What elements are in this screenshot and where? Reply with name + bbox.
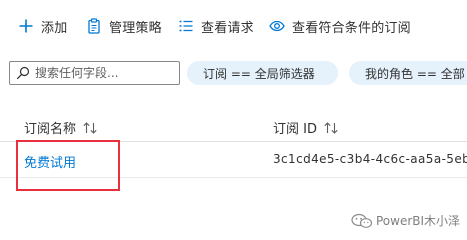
- add-label: 添加: [41, 20, 68, 36]
- command-bar: 添加 管理策略 查看请求 查看符合条件的订阅: [0, 0, 467, 46]
- sort-icon[interactable]: [82, 121, 98, 135]
- add-button[interactable]: 添加: [18, 15, 67, 37]
- manage-policy-label: 管理策略: [109, 20, 162, 36]
- column-header-subscription-id[interactable]: 订阅 ID: [273, 118, 339, 137]
- table-header: 订阅名称 订阅 ID: [0, 112, 467, 142]
- search-input[interactable]: [35, 66, 170, 80]
- plus-icon: [18, 18, 34, 34]
- list-icon: [178, 18, 194, 34]
- watermark: PowerBI木小泽: [351, 212, 460, 229]
- subscription-filter-pill[interactable]: 订阅 == 全局筛选器: [187, 61, 338, 85]
- wechat-logo-icon: [351, 213, 373, 229]
- sort-icon[interactable]: [323, 121, 339, 135]
- view-requests-label: 查看请求: [201, 20, 254, 36]
- manage-policy-button[interactable]: 管理策略: [86, 15, 162, 37]
- search-box[interactable]: [9, 61, 180, 85]
- column-header-subscription-name[interactable]: 订阅名称: [24, 118, 98, 137]
- highlight-annotation-box: [16, 140, 120, 191]
- eye-icon: [269, 18, 285, 34]
- search-icon: [16, 66, 30, 80]
- column-header-label: 订阅名称: [24, 122, 77, 137]
- column-header-label: 订阅 ID: [273, 122, 317, 137]
- view-eligible-label: 查看符合条件的订阅: [292, 20, 411, 36]
- watermark-text: PowerBI木小泽: [376, 214, 461, 228]
- subscription-id-cell: 3c1cd4e5-c3b4-4c6c-aa5a-5ebdc: [273, 152, 467, 166]
- clipboard-icon: [86, 18, 102, 34]
- role-filter-pill[interactable]: 我的角色 == 全部: [349, 61, 467, 85]
- view-eligible-subscriptions-button[interactable]: 查看符合条件的订阅: [269, 15, 411, 37]
- view-requests-button[interactable]: 查看请求: [178, 15, 254, 37]
